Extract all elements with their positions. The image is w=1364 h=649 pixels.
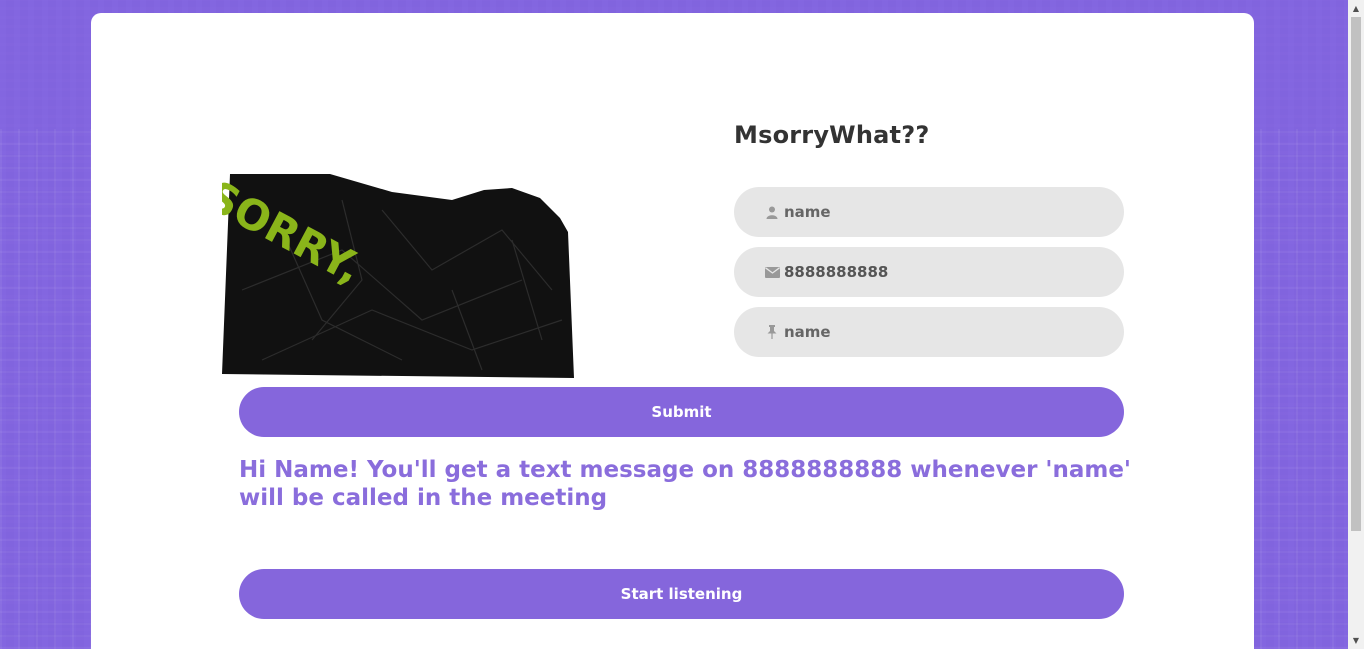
page-title: MsorryWhat?? bbox=[734, 121, 930, 149]
keyword-field[interactable] bbox=[734, 307, 1124, 357]
envelope-icon bbox=[764, 266, 780, 278]
page-scrollbar[interactable]: ▲ ▼ bbox=[1348, 0, 1364, 649]
keyword-input[interactable] bbox=[784, 307, 1124, 357]
user-icon bbox=[764, 206, 780, 219]
submit-button[interactable]: Submit bbox=[239, 387, 1124, 437]
name-input[interactable] bbox=[784, 187, 1124, 237]
phone-field[interactable] bbox=[734, 247, 1124, 297]
scroll-down-arrow-icon[interactable]: ▼ bbox=[1348, 632, 1364, 649]
start-listening-button[interactable]: Start listening bbox=[239, 569, 1124, 619]
scroll-up-arrow-icon[interactable]: ▲ bbox=[1348, 0, 1364, 17]
pin-icon bbox=[764, 325, 780, 339]
sorry-illustration: I SORRY, bbox=[222, 170, 574, 378]
name-field[interactable] bbox=[734, 187, 1124, 237]
phone-input[interactable] bbox=[784, 247, 1124, 297]
scrollbar-thumb[interactable] bbox=[1351, 17, 1361, 531]
confirmation-message: Hi Name! You'll get a text message on 88… bbox=[239, 457, 1131, 511]
